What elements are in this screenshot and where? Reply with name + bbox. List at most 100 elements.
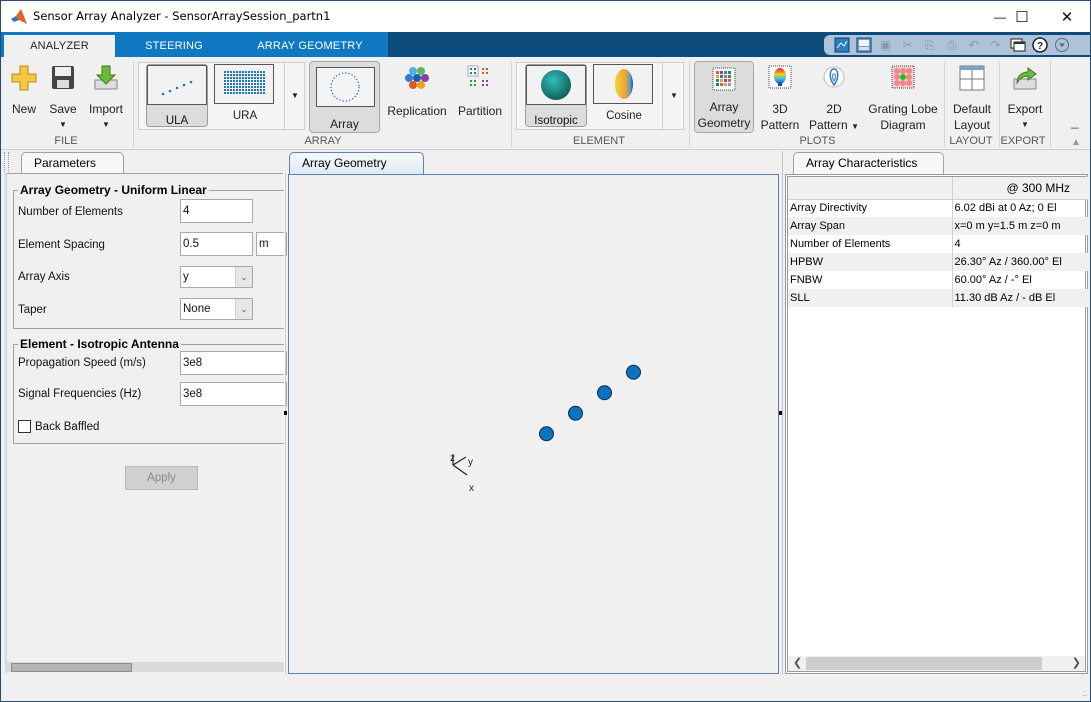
save-icon[interactable]: ▣: [876, 36, 895, 54]
isotropic-button[interactable]: Isotropic: [525, 64, 587, 127]
3d-pattern-icon: [768, 65, 792, 89]
table-horizontal-scrollbar[interactable]: ❮ ❯: [788, 656, 1085, 671]
array-geometry-fieldset: Array Geometry - Uniform Linear Number o…: [13, 183, 287, 329]
array-geometry-plot-label-2: Geometry: [697, 116, 751, 130]
propagation-speed-label: Propagation Speed (m/s): [18, 357, 146, 369]
2d-pattern-label-2-text: Pattern: [809, 118, 848, 132]
gallery-divider: [662, 63, 663, 129]
save-label: Save: [49, 102, 77, 116]
splitter-grip[interactable]: [284, 411, 287, 415]
array-geometry-plot-icon: [712, 67, 736, 91]
tab-analyzer[interactable]: ANALYZER: [4, 35, 115, 57]
horizontal-scrollbar[interactable]: [7, 662, 286, 672]
scrollbar-thumb[interactable]: [11, 663, 132, 672]
options-icon[interactable]: [1052, 36, 1071, 54]
default-layout-label-1: Default: [952, 102, 992, 116]
sphere-icon: [541, 70, 571, 100]
separator: [511, 61, 512, 147]
signal-frequencies-label: Signal Frequencies (Hz): [18, 388, 142, 400]
ula-thumbnail: [147, 65, 207, 105]
tab-array-geometry[interactable]: ARRAY GEOMETRY: [233, 35, 387, 57]
export-group-label: EXPORT: [1000, 135, 1046, 147]
array-element-1[interactable]: [539, 426, 554, 442]
circular-array-icon: [330, 72, 360, 102]
scroll-left-icon[interactable]: ❮: [793, 656, 802, 669]
separator: [133, 61, 134, 147]
tab-steering[interactable]: STEERING: [119, 35, 229, 57]
table-row: SLL 11.30 dB Az / - dB El: [788, 289, 1088, 307]
redo-icon[interactable]: ↷: [986, 36, 1005, 54]
undo-icon[interactable]: ↶: [964, 36, 983, 54]
panel-splitter[interactable]: [782, 151, 783, 674]
panel-icon[interactable]: [854, 36, 873, 54]
scrollbar-thumb[interactable]: [806, 657, 1042, 670]
isotropic-thumbnail: [526, 65, 586, 105]
parameters-panel: Array Geometry - Uniform Linear Number o…: [5, 173, 287, 673]
element-gallery-expand-icon[interactable]: ▼: [670, 91, 678, 100]
panel-splitter[interactable]: [284, 173, 286, 674]
grating-lobe-diagram-button[interactable]: Grating Lobe Diagram: [865, 65, 941, 133]
export-arrow-icon: [1013, 67, 1037, 90]
array-gallery-expand-icon[interactable]: ▼: [291, 91, 299, 100]
tab-array-geometry-plot[interactable]: Array Geometry: [289, 152, 424, 174]
new-button[interactable]: New: [7, 65, 41, 117]
signal-frequencies-input[interactable]: 3e8: [180, 382, 287, 406]
copy-icon[interactable]: ⎘: [920, 36, 939, 54]
separator: [1050, 61, 1051, 147]
2d-pattern-label-1: 2D: [826, 102, 842, 116]
partition-button[interactable]: Partition: [454, 65, 506, 119]
import-dropdown-icon: ▼: [102, 120, 110, 129]
array-element-2[interactable]: [568, 405, 583, 421]
ura-button[interactable]: URA: [214, 64, 276, 127]
import-arrow-icon: [94, 65, 118, 90]
array-element-4[interactable]: [626, 364, 641, 380]
scroll-right-icon[interactable]: ❯: [1072, 656, 1081, 669]
element-spacing-unit-select[interactable]: m: [256, 232, 287, 256]
close-button[interactable]: ✕: [1044, 1, 1090, 32]
number-of-elements-input[interactable]: 4: [180, 199, 253, 223]
maximize-button[interactable]: ☐: [999, 1, 1045, 32]
array-axis-value: y: [183, 271, 189, 283]
apply-button[interactable]: Apply: [125, 466, 198, 490]
cosine-button[interactable]: Cosine: [593, 64, 655, 127]
replication-button[interactable]: Replication: [386, 65, 448, 119]
array-group-label: ARRAY: [304, 135, 342, 147]
3d-pattern-button[interactable]: 3D Pattern: [759, 65, 801, 133]
characteristic-name: FNBW: [788, 271, 953, 289]
tab-parameters[interactable]: Parameters: [21, 152, 124, 174]
ula-button[interactable]: ULA: [146, 64, 208, 127]
ribbon: New Save ▼ Import ▼ FILE ULA URA ▼ Array…: [1, 57, 1090, 150]
resize-grip-icon[interactable]: ·· ···: [1082, 688, 1088, 700]
frequency-column-header: @ 300 MHz: [952, 177, 1088, 200]
save-button[interactable]: Save ▼: [46, 65, 80, 133]
matlab-logo-icon: [11, 9, 27, 24]
file-group-label: FILE: [54, 135, 78, 147]
tile-icon[interactable]: [832, 36, 851, 54]
chevron-down-icon: ⌄: [235, 299, 252, 319]
panel-drag-handle[interactable]: [4, 152, 9, 172]
taper-select[interactable]: None ⌄: [180, 298, 253, 320]
2d-pattern-icon: [823, 66, 845, 88]
default-layout-button[interactable]: Default Layout: [949, 65, 995, 133]
array-button[interactable]: Array: [309, 61, 380, 133]
export-button[interactable]: Export ▼: [1003, 65, 1047, 133]
cut-icon[interactable]: ✂: [898, 36, 917, 54]
save-dropdown-icon: ▼: [59, 120, 67, 129]
element-spacing-input[interactable]: 0.5: [180, 232, 253, 256]
array-geometry-plot-button[interactable]: Array Geometry: [694, 61, 754, 133]
tab-array-characteristics[interactable]: Array Characteristics: [793, 152, 944, 174]
2d-pattern-button[interactable]: 2D Pattern ▼: [806, 65, 862, 135]
collapse-ribbon-icon[interactable]: ▔ ▲: [1071, 130, 1081, 148]
paste-icon[interactable]: ⎙: [942, 36, 961, 54]
import-button[interactable]: Import ▼: [85, 65, 127, 133]
help-icon[interactable]: ?: [1030, 36, 1049, 54]
propagation-speed-input[interactable]: 3e8: [180, 351, 287, 375]
array-axis-select[interactable]: y ⌄: [180, 266, 253, 288]
array-element-3[interactable]: [597, 385, 612, 401]
array-geometry-plot[interactable]: z y x: [289, 175, 778, 673]
window-icon[interactable]: [1008, 36, 1027, 54]
maximize-icon: ☐: [1015, 8, 1029, 26]
close-icon: ✕: [1060, 8, 1074, 26]
ula-label: ULA: [165, 115, 189, 127]
back-baffled-checkbox[interactable]: [18, 420, 31, 433]
